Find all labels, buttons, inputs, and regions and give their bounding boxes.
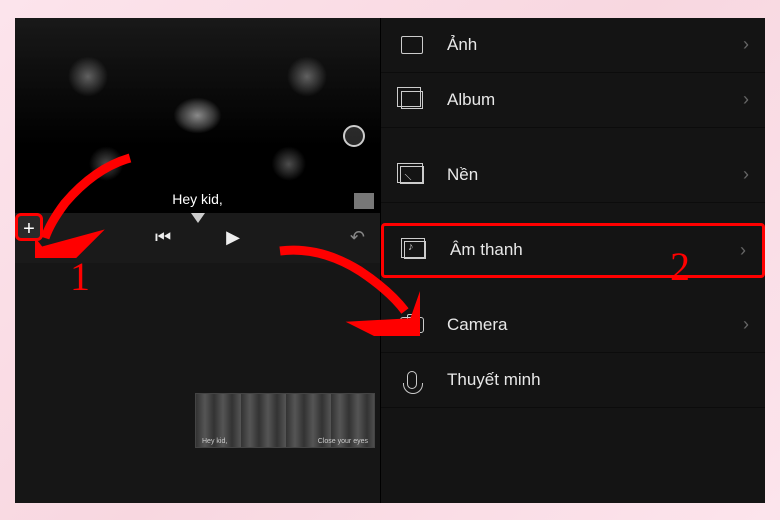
menu-item-label: Ảnh — [447, 35, 477, 55]
album-icon — [399, 89, 425, 111]
microphone-icon — [399, 369, 425, 391]
record-indicator-icon — [343, 125, 365, 147]
video-preview[interactable]: Hey kid, — [15, 18, 380, 213]
menu-item-photo[interactable]: Ảnh › — [381, 18, 765, 73]
video-caption: Hey kid, — [172, 191, 223, 207]
menu-item-voiceover[interactable]: Thuyết minh — [381, 353, 765, 408]
play-button[interactable]: ▶ — [226, 227, 240, 248]
image-icon — [399, 34, 425, 56]
menu-item-background[interactable]: Nền › — [381, 148, 765, 203]
menu-item-label: Album — [447, 90, 495, 110]
menu-item-label: Âm thanh — [450, 240, 523, 260]
menu-item-label: Camera — [447, 315, 507, 335]
clip-caption-right: Close your eyes — [318, 438, 368, 445]
timeline[interactable]: Hey kid, Close your eyes — [15, 263, 380, 503]
playhead-marker-icon — [191, 213, 205, 223]
transport-bar: ⏮ ▶ ↶ — [15, 213, 380, 263]
chevron-right-icon: › — [740, 240, 746, 261]
menu-item-camera[interactable]: Camera › — [381, 298, 765, 353]
chevron-right-icon: › — [743, 34, 749, 55]
add-media-button[interactable]: + — [15, 213, 43, 241]
menu-item-album[interactable]: Album › — [381, 73, 765, 128]
caption-edit-icon[interactable] — [354, 193, 374, 209]
skip-back-button[interactable]: ⏮ — [155, 227, 171, 248]
app-frame: Hey kid, + ⏮ ▶ ↶ Hey kid, Close your eye… — [15, 18, 765, 503]
chevron-right-icon: › — [743, 314, 749, 335]
clip-caption-left: Hey kid, — [202, 438, 227, 445]
clip-thumbnail[interactable]: Hey kid, Close your eyes — [195, 393, 375, 448]
menu-item-label: Nền — [447, 165, 478, 185]
camera-icon — [399, 314, 425, 336]
editor-pane: Hey kid, + ⏮ ▶ ↶ Hey kid, Close your eye… — [15, 18, 380, 503]
media-menu: Ảnh › Album › Nền › Âm thanh › Camera › … — [380, 18, 765, 503]
preview-image — [15, 18, 380, 213]
menu-item-label: Thuyết minh — [447, 370, 541, 390]
background-icon — [399, 164, 425, 186]
chevron-right-icon: › — [743, 164, 749, 185]
menu-item-audio[interactable]: Âm thanh › — [381, 223, 765, 278]
undo-button[interactable]: ↶ — [350, 227, 365, 248]
audio-icon — [402, 239, 428, 261]
chevron-right-icon: › — [743, 89, 749, 110]
